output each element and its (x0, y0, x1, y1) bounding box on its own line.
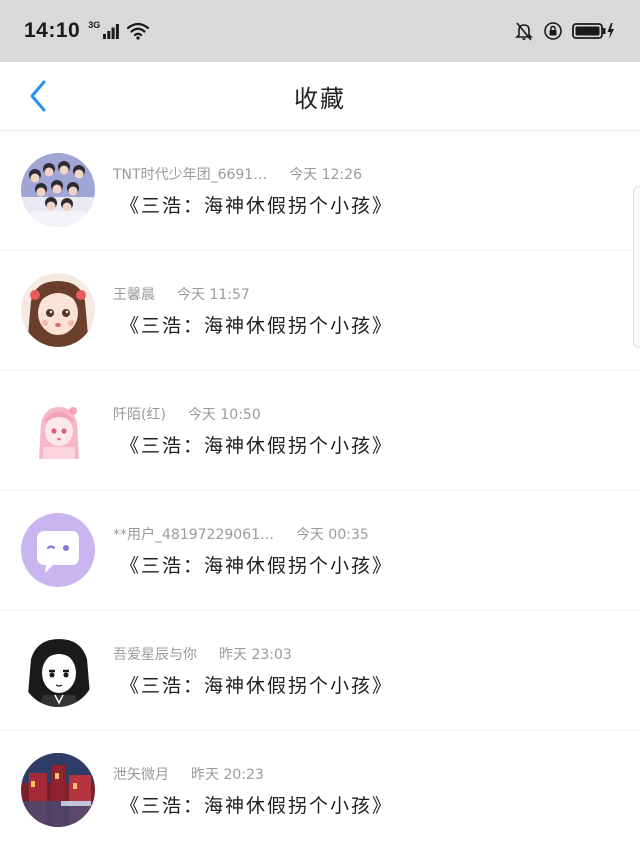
avatar (21, 153, 95, 227)
item-meta: 吾爱星辰与你 昨天 23:03 (113, 644, 292, 664)
item-title: 《三浩：海神休假拐个小孩》 (120, 555, 394, 577)
item-title: 《三浩：海神休假拐个小孩》 (120, 675, 394, 697)
favorites-list: TNT时代少年团_6691… 今天 12:26 《三浩：海神休假拐个小孩》 王馨… (0, 131, 640, 847)
item-author: TNT时代少年团_6691… (113, 167, 268, 183)
page-title: 收藏 (294, 85, 346, 113)
item-time: 今天 00:35 (295, 527, 369, 543)
status-left: 14:10 3G (24, 19, 150, 43)
avatar (21, 513, 95, 587)
item-time: 今天 12:26 (289, 167, 363, 183)
item-time: 今天 11:57 (177, 287, 250, 303)
wifi-icon (127, 22, 150, 40)
chat-bubble-icon (21, 513, 95, 587)
avatar (21, 633, 95, 707)
list-item[interactable]: TNT时代少年团_6691… 今天 12:26 《三浩：海神休假拐个小孩》 (0, 131, 640, 251)
item-time: 今天 10:50 (187, 407, 261, 423)
status-time: 14:10 (24, 19, 81, 42)
item-time: 昨天 23:03 (219, 647, 292, 663)
avatar (21, 393, 95, 467)
favorites-screen: 14:10 3G 收藏 TNT时代少年团_6691… 今天 12:26 《三浩：… (0, 0, 640, 847)
status-right (514, 21, 616, 41)
avatar (21, 273, 95, 347)
rotation-lock-icon (544, 22, 562, 40)
list-item[interactable]: 王馨晨 今天 11:57 《三浩：海神休假拐个小孩》 (0, 251, 640, 371)
anime-girl-avatar (21, 273, 95, 347)
list-item[interactable]: 阡陌(红) 今天 10:50 《三浩：海神休假拐个小孩》 (0, 371, 640, 491)
item-meta: 阡陌(红) 今天 10:50 (113, 404, 261, 424)
item-meta: 王馨晨 今天 11:57 (113, 284, 250, 304)
scroll-handle[interactable] (633, 186, 640, 348)
anime-girl-monochrome-avatar (21, 633, 95, 707)
battery-icon (572, 23, 614, 39)
mute-bell-icon (515, 22, 533, 41)
network-indicator: 3G (88, 20, 120, 39)
item-title: 《三浩：海神休假拐个小孩》 (120, 195, 394, 217)
item-title: 《三浩：海神休假拐个小孩》 (120, 435, 394, 457)
item-meta: 泄矢微月 昨天 20:23 (113, 764, 264, 784)
anime-girl-pink-avatar (21, 393, 95, 467)
scenery-avatar (21, 753, 95, 827)
avatar (21, 753, 95, 827)
status-bar: 14:10 3G (0, 0, 640, 62)
item-author: 吾爱星辰与你 (113, 647, 197, 663)
item-title: 《三浩：海神休假拐个小孩》 (120, 315, 394, 337)
header-bar: 收藏 (0, 62, 640, 131)
item-author: **用户_48197229061… (113, 527, 274, 543)
network-type-label: 3G (88, 20, 101, 30)
item-author: 泄矢微月 (113, 767, 169, 783)
signal-icon (103, 24, 120, 39)
item-meta: TNT时代少年团_6691… 今天 12:26 (113, 164, 362, 184)
item-meta: **用户_48197229061… 今天 00:35 (113, 524, 369, 544)
item-title: 《三浩：海神休假拐个小孩》 (120, 795, 394, 817)
item-time: 昨天 20:23 (191, 767, 264, 783)
item-author: 王馨晨 (113, 287, 155, 303)
list-item[interactable]: 泄矢微月 昨天 20:23 《三浩：海神休假拐个小孩》 (0, 731, 640, 847)
item-author: 阡陌(红) (113, 407, 166, 423)
list-item[interactable]: **用户_48197229061… 今天 00:35 《三浩：海神休假拐个小孩》 (0, 491, 640, 611)
group-photo-avatar (21, 153, 95, 227)
list-item[interactable]: 吾爱星辰与你 昨天 23:03 《三浩：海神休假拐个小孩》 (0, 611, 640, 731)
